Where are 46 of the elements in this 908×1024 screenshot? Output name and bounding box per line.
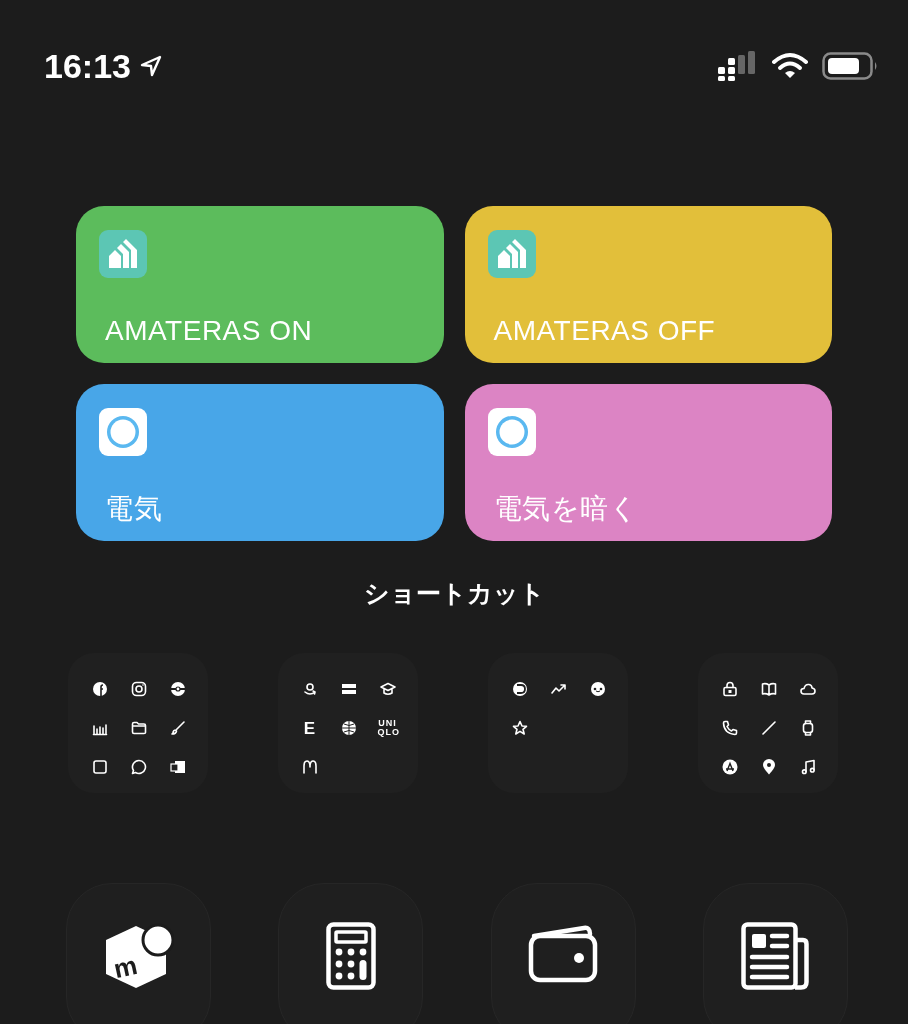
arches-icon[interactable] (301, 759, 318, 775)
shortcut-label: AMATERAS OFF (492, 317, 717, 345)
lock-icon[interactable] (721, 681, 738, 697)
ring-app-icon (487, 408, 536, 456)
shortcut-label: AMATERAS ON (104, 317, 314, 345)
book-icon[interactable] (760, 681, 777, 697)
graduation-cap-icon[interactable] (379, 681, 396, 697)
shortcut-folder[interactable] (698, 652, 838, 793)
ring-app-icon (99, 408, 147, 456)
music-note-icon[interactable] (799, 759, 816, 775)
cloud-icon[interactable] (799, 681, 816, 697)
round-face-icon[interactable] (589, 681, 606, 697)
camera-icon[interactable] (130, 681, 147, 697)
house-app-icon (99, 230, 147, 278)
section-title: ショートカット (363, 578, 545, 609)
shortcut-folder[interactable] (68, 652, 208, 793)
shortcut-label: 電気 (104, 495, 163, 523)
logo-text[interactable]: UNI QLO (377, 719, 398, 737)
ball-icon[interactable] (169, 681, 186, 697)
card-icon[interactable] (169, 759, 186, 775)
star-icon[interactable] (511, 720, 528, 736)
location-arrow-icon (138, 54, 163, 78)
logo-text[interactable]: E (303, 719, 316, 737)
signal-icon (718, 51, 758, 81)
shortcut-folder[interactable]: E UNI QLO (278, 652, 418, 793)
wifi-icon (772, 52, 808, 80)
calculator-icon[interactable] (325, 921, 376, 990)
house-app-icon (487, 230, 536, 278)
stripe-icon[interactable] (340, 681, 357, 697)
cube-letter: m (111, 951, 140, 982)
trend-arrow-icon[interactable] (550, 681, 567, 697)
newspaper-icon[interactable] (741, 921, 810, 990)
disc-icon[interactable] (511, 681, 528, 697)
app-store-icon[interactable] (721, 759, 738, 775)
chat-bubble-icon[interactable] (130, 759, 147, 775)
folder-icon[interactable] (130, 720, 147, 736)
battery-icon (822, 52, 878, 80)
phone-icon[interactable] (721, 720, 738, 736)
round-icon[interactable] (91, 681, 108, 697)
globe-icon[interactable] (340, 720, 357, 736)
status-time: 16:13 (44, 49, 131, 83)
brush-icon[interactable] (169, 720, 186, 736)
map-pin-icon[interactable] (760, 759, 777, 775)
pencil-icon[interactable] (760, 720, 777, 736)
square-icon[interactable] (91, 759, 108, 775)
shortcut-label: 電気を暗く (492, 495, 639, 523)
